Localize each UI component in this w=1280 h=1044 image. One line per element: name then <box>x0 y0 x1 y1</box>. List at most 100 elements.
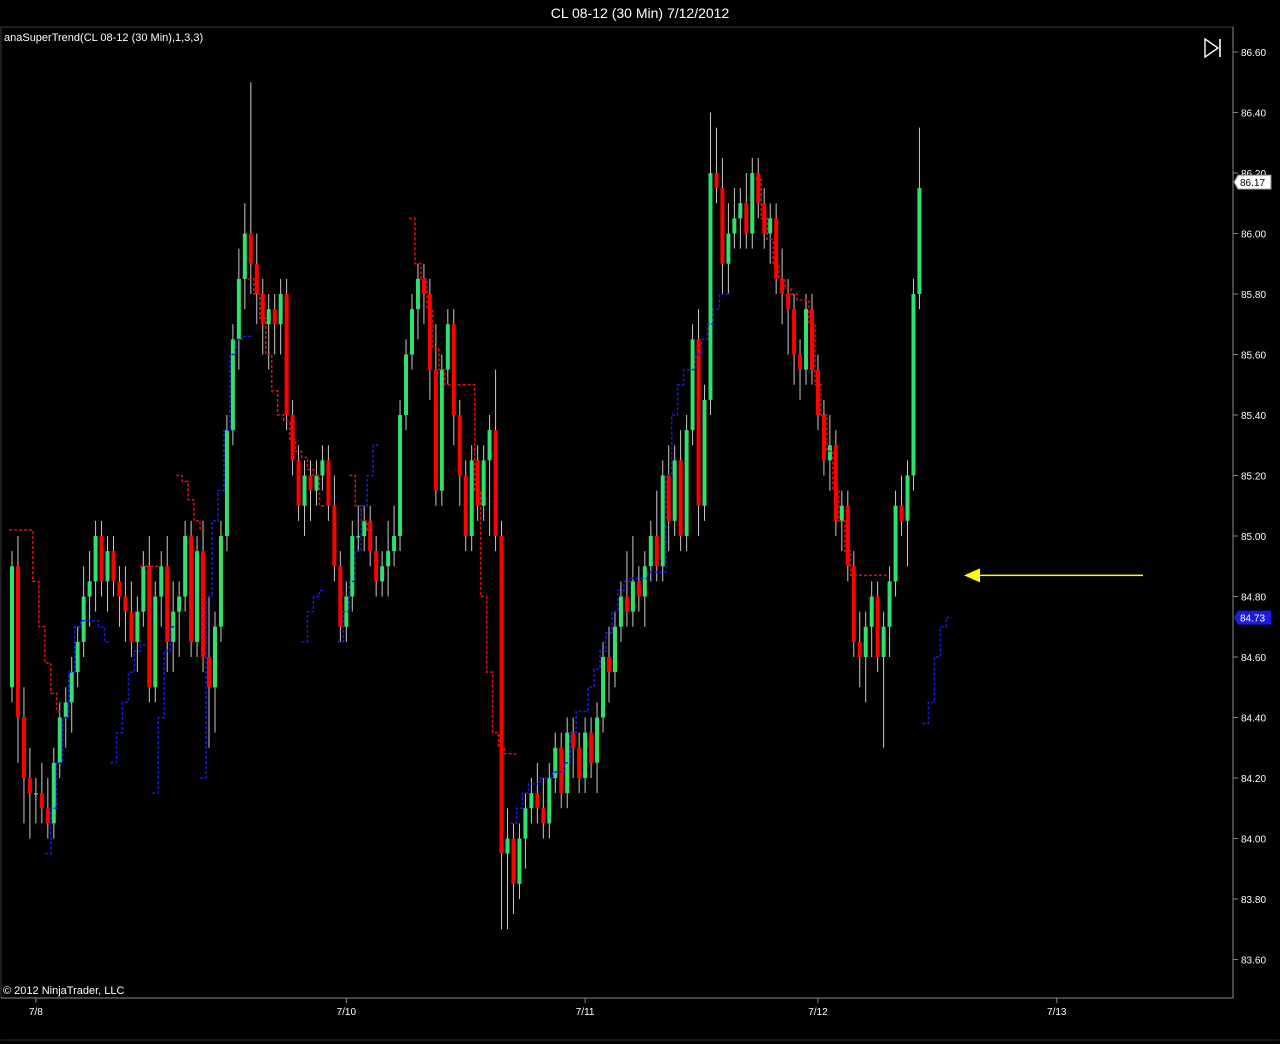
candle-down[interactable] <box>624 596 629 612</box>
candle-up[interactable] <box>278 294 283 325</box>
candle-down[interactable] <box>714 173 719 189</box>
candle-up[interactable] <box>839 505 844 521</box>
candle-up[interactable] <box>595 717 600 763</box>
candle-down[interactable] <box>284 294 289 415</box>
candle-up[interactable] <box>439 369 444 491</box>
candle-up[interactable] <box>481 460 486 506</box>
candle-down[interactable] <box>786 294 791 310</box>
candle-down[interactable] <box>290 415 295 461</box>
candle-up[interactable] <box>218 536 223 627</box>
candle-up[interactable] <box>732 218 737 234</box>
candle-down[interactable] <box>475 460 480 506</box>
candle-down[interactable] <box>541 808 546 824</box>
candle-up[interactable] <box>905 475 910 521</box>
candle-down[interactable] <box>589 732 594 763</box>
candle-up[interactable] <box>105 551 110 582</box>
candle-up[interactable] <box>505 838 510 854</box>
candle-down[interactable] <box>463 475 468 537</box>
candle-down[interactable] <box>899 505 904 521</box>
candle-down[interactable] <box>756 173 761 204</box>
candle-down[interactable] <box>499 536 504 854</box>
candle-up[interactable] <box>583 732 588 778</box>
candle-down[interactable] <box>720 188 725 264</box>
candle-up[interactable] <box>392 536 397 552</box>
candle-up[interactable] <box>869 596 874 627</box>
candle-up[interactable] <box>212 626 217 688</box>
candle-up[interactable] <box>827 445 832 461</box>
candle-down[interactable] <box>421 278 426 294</box>
candle-up[interactable] <box>887 581 892 627</box>
candle-up[interactable] <box>690 339 695 431</box>
candle-up[interactable] <box>553 747 558 778</box>
candle-up[interactable] <box>612 626 617 673</box>
candle-down[interactable] <box>39 793 44 809</box>
candle-up[interactable] <box>523 808 528 839</box>
candle-up[interactable] <box>630 581 635 612</box>
candle-down[interactable] <box>780 278 785 294</box>
candle-up[interactable] <box>672 460 677 521</box>
candle-up[interactable] <box>57 717 62 763</box>
candle-up[interactable] <box>63 702 68 718</box>
candle-down[interactable] <box>493 430 498 536</box>
candle-down[interactable] <box>607 657 611 673</box>
candle-up[interactable] <box>242 233 247 279</box>
candle-up[interactable] <box>350 536 355 597</box>
candle-down[interactable] <box>308 475 313 491</box>
candle-up[interactable] <box>398 415 403 536</box>
candle-up[interactable] <box>415 278 420 310</box>
candle-down[interactable] <box>15 566 20 718</box>
candle-down[interactable] <box>332 505 337 567</box>
candle-down[interactable] <box>21 717 26 779</box>
price-chart[interactable]: 86.6086.4086.2086.0085.8085.6085.4085.20… <box>0 0 1280 1044</box>
candle-up[interactable] <box>911 294 916 476</box>
candle-down[interactable] <box>875 596 880 658</box>
candle-down[interactable] <box>433 369 438 491</box>
candle-up[interactable] <box>547 778 552 824</box>
candle-up[interactable] <box>917 188 922 294</box>
candle-up[interactable] <box>87 581 92 597</box>
candle-down[interactable] <box>571 732 576 748</box>
candle-up[interactable] <box>141 566 146 612</box>
candle-down[interactable] <box>207 657 212 688</box>
candle-up[interactable] <box>380 566 385 582</box>
candle-down[interactable] <box>666 475 671 521</box>
candle-up[interactable] <box>618 596 623 627</box>
candle-down[interactable] <box>535 793 540 809</box>
candle-up[interactable] <box>768 218 773 234</box>
candle-down[interactable] <box>792 309 797 355</box>
candle-up[interactable] <box>648 536 653 567</box>
candle-up[interactable] <box>893 505 898 582</box>
candle-up[interactable] <box>708 173 713 400</box>
candle-up[interactable] <box>81 596 86 642</box>
candle-down[interactable] <box>559 747 564 794</box>
candle-up[interactable] <box>445 324 450 370</box>
candle-up[interactable] <box>362 520 367 536</box>
candle-up[interactable] <box>93 536 98 582</box>
candle-down[interactable] <box>99 536 104 582</box>
candle-up[interactable] <box>469 460 474 536</box>
candle-down[interactable] <box>774 218 779 279</box>
candle-down[interactable] <box>845 505 850 567</box>
candle-down[interactable] <box>147 566 152 688</box>
candle-up[interactable] <box>702 399 707 506</box>
candle-down[interactable] <box>111 551 116 582</box>
skip-to-end-icon[interactable] <box>1202 37 1224 59</box>
candle-down[interactable] <box>798 354 803 370</box>
candle-up[interactable] <box>726 233 731 264</box>
candle-up[interactable] <box>601 657 606 718</box>
candle-down[interactable] <box>511 838 516 884</box>
candle-up[interactable] <box>642 566 647 597</box>
candle-down[interactable] <box>744 203 749 234</box>
candle-down[interactable] <box>374 551 379 582</box>
candle-down[interactable] <box>451 324 456 415</box>
candle-up[interactable] <box>660 475 665 567</box>
candle-up[interactable] <box>529 793 534 809</box>
candle-up[interactable] <box>314 475 319 491</box>
candle-up[interactable] <box>404 354 409 416</box>
candle-down[interactable] <box>368 520 373 552</box>
candle-up[interactable] <box>266 309 271 325</box>
candle-up[interactable] <box>33 793 38 795</box>
candle-up[interactable] <box>750 173 755 234</box>
candle-down[interactable] <box>123 596 128 612</box>
candle-down[interactable] <box>851 566 856 642</box>
